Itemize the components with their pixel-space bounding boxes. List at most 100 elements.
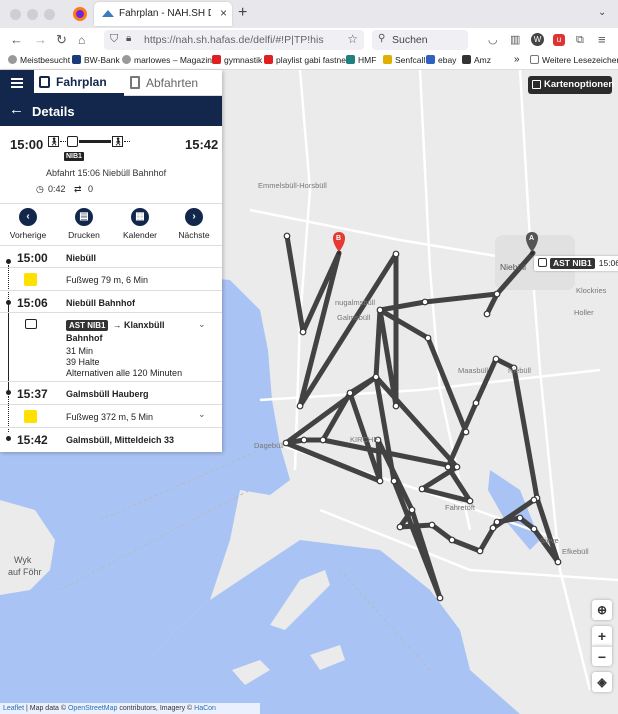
route-stop[interactable] [448,536,456,544]
journey-summary[interactable]: 15:00 15:42 🚶︎ 🚶︎ NIB1 Abfahrt 15:06 Nie… [0,126,222,204]
route-stop[interactable] [376,477,384,485]
route-stop[interactable] [530,496,538,504]
bookmark-item[interactable]: BW-Bank [72,54,120,67]
lock-icon[interactable]: 🔒︎ [126,33,131,44]
route-stop[interactable] [554,558,562,566]
route-stop[interactable] [516,514,524,522]
route-stop[interactable] [392,402,400,410]
bookmark-item[interactable]: playlist gabi fastner [264,54,349,67]
minimize-window-button[interactable] [27,9,38,20]
home-icon[interactable]: ⌂ [78,32,85,48]
walk-text: Fußweg 79 m, 6 Min [66,275,149,285]
ublock-icon[interactable]: u [553,34,565,46]
search-input[interactable]: ⚲ Suchen [372,30,468,50]
hamburger-menu-icon[interactable] [0,70,34,96]
reload-icon[interactable]: ↻ [56,32,67,48]
arrival-time: 15:42 [185,137,219,152]
back-arrow-icon[interactable]: ← [9,102,24,118]
route-stop[interactable] [483,310,491,318]
browser-tab-active[interactable]: Fahrplan - NAH.SH Delfi Auskunft × [94,2,232,26]
chevron-down-icon[interactable]: ⌄ [198,319,206,330]
stop-row[interactable]: 15:37 Galmsbüll Hauberg [0,382,222,405]
route-stop[interactable] [428,521,436,529]
pocket-icon[interactable]: ◡ [488,32,498,48]
maximize-window-button[interactable] [44,9,55,20]
tab-fahrplan[interactable]: Fahrplan [34,70,124,96]
walk-row[interactable]: Fußweg 372 m, 5 Min ⌄ [0,405,222,428]
forward-icon[interactable]: → [34,32,47,48]
chevron-down-icon[interactable]: ⌄ [198,409,206,420]
extensions-icon[interactable]: ⧉ [576,32,584,48]
url-bar[interactable]: ⛉ 🔒︎ https://nah.sh.hafas.de/delfi/#!P|T… [104,30,364,50]
firefox-icon[interactable] [72,6,88,22]
back-icon[interactable]: ← [10,32,23,48]
route-stop[interactable] [472,399,480,407]
route-stop[interactable] [300,436,308,444]
list-tabs-icon[interactable]: ⌄ [598,7,606,18]
ride-row[interactable]: AST NIB1 → Klanxbüll Bahnhof 31 Min 39 Ha… [0,313,222,382]
calendar-button[interactable]: ▦ Kalender [112,208,168,240]
route-stop[interactable] [319,436,327,444]
map-options-button[interactable]: Kartenoptionen [528,76,614,94]
bookmarks-more-icon[interactable]: » [514,53,520,66]
route-stop[interactable] [424,334,432,342]
next-button[interactable]: › Nächste [166,208,222,240]
osm-link[interactable]: OpenStreetMap [68,705,117,712]
route-stop[interactable] [493,290,501,298]
other-bookmarks[interactable]: Weitere Lesezeichen [530,54,618,67]
locate-icon[interactable]: ⊕ [592,600,612,620]
layers-icon[interactable]: ◈ [592,672,612,692]
bookmark-item[interactable]: gymnastik [212,54,262,67]
route-stop[interactable] [372,373,380,381]
bookmark-item[interactable]: Amz [462,54,491,67]
bookmark-item[interactable]: Meistbesucht [8,54,70,67]
route-stop[interactable] [299,328,307,336]
route-stop[interactable] [462,428,470,436]
bookmark-item[interactable]: HMF [346,54,376,67]
account-icon[interactable]: W [531,33,544,46]
zoom-in-button[interactable]: + [592,626,612,646]
route-stop[interactable] [376,306,384,314]
route-stop[interactable] [493,518,501,526]
route-stop[interactable] [444,463,452,471]
route-stop[interactable] [282,439,290,447]
bookmark-item[interactable]: marlowes – Magazin... [122,54,219,67]
route-stop[interactable] [296,402,304,410]
route-stop[interactable] [453,463,461,471]
close-window-button[interactable] [10,9,21,20]
hacon-link[interactable]: HaCon [194,705,216,712]
close-tab-icon[interactable]: × [220,6,227,20]
stop-row[interactable]: 15:42 Galmsbüll, Mitteldeich 33 [0,428,222,452]
shield-icon[interactable]: ⛉ [110,33,118,46]
reader-icon[interactable]: ▥ [510,32,520,48]
print-button[interactable]: ▤ Drucken [56,208,112,240]
tab-abfahrten[interactable]: Abfahrten [124,70,222,96]
route-stop[interactable] [436,594,444,602]
route-stop[interactable] [346,389,354,397]
stop-row[interactable]: 15:06 Niebüll Bahnhof [0,291,222,313]
route-stop[interactable] [396,523,404,531]
bookmark-item[interactable]: Senfcall [383,54,425,67]
new-tab-icon[interactable]: + [238,4,247,22]
route-stop[interactable] [476,547,484,555]
route-stop[interactable] [492,355,500,363]
bookmark-item[interactable]: ebay [426,54,456,67]
hamburger-menu-icon[interactable]: ≡ [598,32,606,48]
bookmark-star-icon[interactable]: ☆ [347,32,358,46]
route-stop[interactable] [408,506,416,514]
leaflet-link[interactable]: Leaflet [3,705,24,712]
place-label: Holler [574,308,594,317]
route-stop[interactable] [489,524,497,532]
route-stop[interactable] [418,485,426,493]
zoom-out-button[interactable]: − [592,646,612,666]
stop-row[interactable]: 15:00 Niebüll [0,246,222,268]
previous-button[interactable]: ‹ Vorherige [0,208,56,240]
station-badge[interactable]: AST NIB1 15:06 [534,256,618,271]
place-label: Sieve [540,536,559,545]
route-stop[interactable] [390,477,398,485]
route-stop[interactable] [392,250,400,258]
route-stop[interactable] [530,525,538,533]
walk-row[interactable]: Fußweg 79 m, 6 Min [0,268,222,291]
route-stop[interactable] [421,298,429,306]
route-stop[interactable] [283,232,291,240]
